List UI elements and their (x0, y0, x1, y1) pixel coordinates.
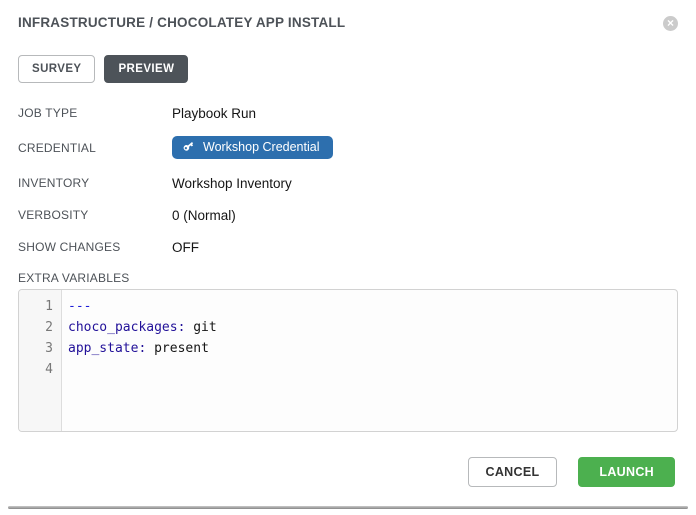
line-number: 2 (19, 317, 61, 338)
code-line (68, 359, 677, 380)
tab-preview[interactable]: PREVIEW (104, 55, 188, 83)
launch-button[interactable]: LAUNCH (578, 457, 675, 487)
row-verbosity: VERBOSITY 0 (Normal) (18, 206, 678, 224)
yaml-value: git (185, 320, 216, 335)
close-icon[interactable]: × (663, 16, 678, 31)
row-job-type: JOB TYPE Playbook Run (18, 104, 678, 122)
cancel-button[interactable]: CANCEL (468, 457, 558, 487)
show-changes-label: SHOW CHANGES (18, 240, 172, 254)
yaml-value: present (146, 341, 209, 356)
verbosity-value: 0 (Normal) (172, 208, 236, 223)
yaml-key: app_state: (68, 341, 146, 356)
credential-label: CREDENTIAL (18, 141, 172, 155)
line-number: 3 (19, 338, 61, 359)
yaml-key: choco_packages: (68, 320, 185, 335)
extra-variables-label: EXTRA VARIABLES (18, 271, 678, 285)
row-inventory: INVENTORY Workshop Inventory (18, 174, 678, 192)
row-show-changes: SHOW CHANGES OFF (18, 238, 678, 256)
inventory-label: INVENTORY (18, 176, 172, 190)
key-icon (183, 141, 195, 153)
credential-badge-label: Workshop Credential (203, 140, 320, 154)
code-line: app_state: present (68, 338, 677, 359)
modal-footer: CANCEL LAUNCH (18, 457, 678, 487)
code-line: choco_packages: git (68, 317, 677, 338)
editor-code-area[interactable]: --- choco_packages: git app_state: prese… (62, 290, 677, 431)
show-changes-value: OFF (172, 240, 199, 255)
modal-title: INFRASTRUCTURE / CHOCOLATEY APP INSTALL (18, 15, 345, 30)
job-details: JOB TYPE Playbook Run CREDENTIAL Worksho… (18, 104, 678, 256)
code-line: --- (68, 296, 677, 317)
yaml-doc-separator: --- (68, 299, 91, 314)
extra-variables-editor[interactable]: 1 2 3 4 --- choco_packages: git app_stat… (18, 289, 678, 432)
tab-survey[interactable]: SURVEY (18, 55, 95, 83)
line-number: 1 (19, 296, 61, 317)
line-number: 4 (19, 359, 61, 380)
inventory-value: Workshop Inventory (172, 176, 292, 191)
verbosity-label: VERBOSITY (18, 208, 172, 222)
modal-header: INFRASTRUCTURE / CHOCOLATEY APP INSTALL … (18, 15, 678, 33)
tab-bar: SURVEY PREVIEW (18, 55, 678, 83)
job-type-label: JOB TYPE (18, 106, 172, 120)
editor-line-number-gutter: 1 2 3 4 (19, 290, 62, 431)
launch-preview-modal: INFRASTRUCTURE / CHOCOLATEY APP INSTALL … (0, 0, 696, 487)
job-type-value: Playbook Run (172, 106, 256, 121)
row-credential: CREDENTIAL Workshop Credential (18, 136, 678, 159)
page-bottom-edge (8, 506, 688, 509)
credential-badge: Workshop Credential (172, 136, 333, 159)
